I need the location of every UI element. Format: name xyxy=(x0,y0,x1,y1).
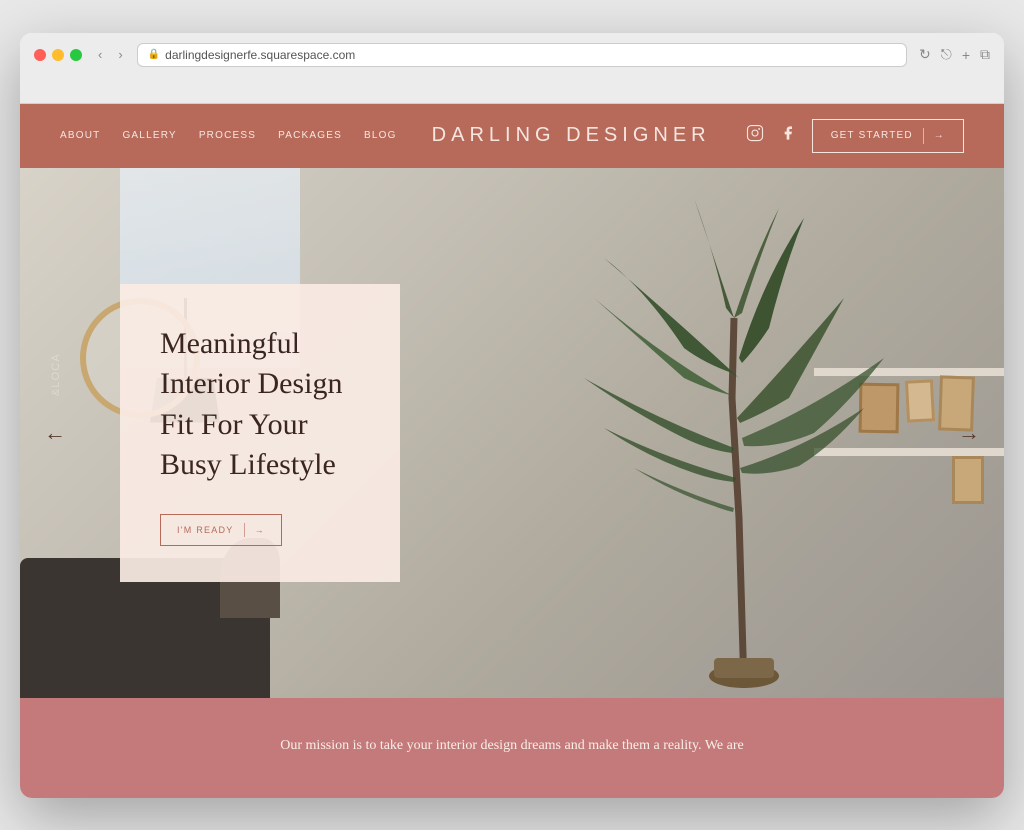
get-started-button[interactable]: Get Started → xyxy=(812,119,964,153)
hero-cta-divider xyxy=(244,523,245,537)
plant-decoration xyxy=(584,198,904,693)
tabs-button[interactable]: ⧉ xyxy=(980,46,990,63)
nav-links-left: About Gallery Process Packages Blog xyxy=(60,130,397,141)
close-button[interactable] xyxy=(34,49,46,61)
forward-button[interactable]: › xyxy=(114,45,126,64)
hero-heading: Meaningful Interior Design Fit For Your … xyxy=(160,324,360,486)
hero-heading-line2: Interior Design xyxy=(160,367,342,400)
facebook-icon[interactable] xyxy=(780,124,796,147)
mission-text: Our mission is to take your interior des… xyxy=(172,734,852,758)
hero-heading-line3: Fit For Your xyxy=(160,408,308,441)
reload-button[interactable]: ↻ xyxy=(919,46,931,63)
new-tab-button[interactable]: + xyxy=(962,47,970,63)
hero-cta-arrow-icon: → xyxy=(255,525,265,535)
lock-icon: 🔒 xyxy=(148,49,160,60)
hero-deco-text: &LOCA xyxy=(50,353,62,396)
maximize-button[interactable] xyxy=(70,49,82,61)
im-ready-button[interactable]: I'm Ready → xyxy=(160,514,282,546)
website-content: About Gallery Process Packages Blog Darl… xyxy=(20,104,1004,798)
instagram-icon[interactable] xyxy=(746,124,764,147)
url-text: darlingdesignerfe.squarespace.com xyxy=(165,48,355,62)
address-bar[interactable]: 🔒 darlingdesignerfe.squarespace.com xyxy=(137,43,907,67)
cta-divider xyxy=(923,128,924,144)
hero-heading-line4: Busy Lifestyle xyxy=(160,448,336,481)
hero-section: &LOCA Meaningful Interior Design Fit For… xyxy=(20,168,1004,698)
tab-bar xyxy=(34,75,990,103)
frame-2 xyxy=(905,379,935,422)
back-button[interactable]: ‹ xyxy=(94,45,106,64)
hero-prev-arrow[interactable]: ← xyxy=(44,420,66,446)
browser-controls: ‹ › xyxy=(94,45,127,64)
share-button[interactable]: ⎋ xyxy=(941,46,952,63)
browser-titlebar: ‹ › 🔒 darlingdesignerfe.squarespace.com … xyxy=(34,43,990,67)
nav-link-about[interactable]: About xyxy=(60,130,100,141)
nav-link-process[interactable]: Process xyxy=(199,130,256,141)
hero-next-arrow[interactable]: → xyxy=(958,420,980,446)
nav-link-gallery[interactable]: Gallery xyxy=(122,130,176,141)
nav-right: Get Started → xyxy=(746,119,964,153)
browser-window: ‹ › 🔒 darlingdesignerfe.squarespace.com … xyxy=(20,33,1004,798)
nav-link-packages[interactable]: Packages xyxy=(278,130,342,141)
browser-actions: ↻ ⎋ + ⧉ xyxy=(919,46,990,63)
hero-card: Meaningful Interior Design Fit For Your … xyxy=(120,284,400,582)
hero-heading-line1: Meaningful xyxy=(160,327,300,360)
navigation: About Gallery Process Packages Blog Darl… xyxy=(20,104,1004,168)
minimize-button[interactable] xyxy=(52,49,64,61)
frame-4 xyxy=(952,456,984,504)
browser-chrome: ‹ › 🔒 darlingdesignerfe.squarespace.com … xyxy=(20,33,1004,104)
im-ready-label: I'm Ready xyxy=(177,525,234,535)
mission-section: Our mission is to take your interior des… xyxy=(20,698,1004,798)
get-started-label: Get Started xyxy=(831,130,913,141)
brand-name[interactable]: Darling Designer xyxy=(397,124,746,147)
cta-arrow-icon: → xyxy=(934,130,945,141)
nav-link-blog[interactable]: Blog xyxy=(364,130,397,141)
traffic-lights xyxy=(34,49,82,61)
